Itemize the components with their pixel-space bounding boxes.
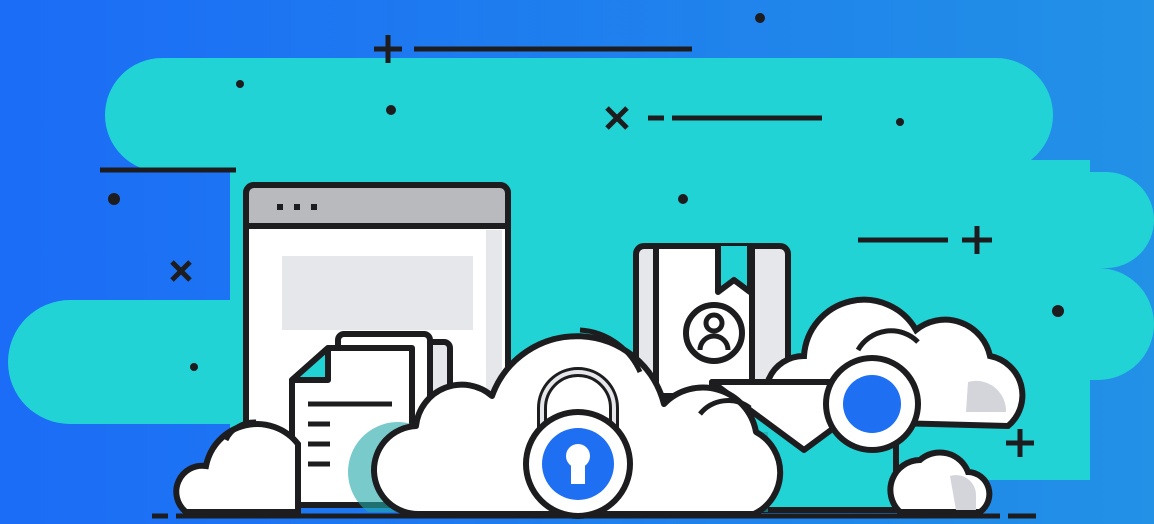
window-dots-icon	[277, 204, 317, 210]
cloud-security-illustration	[0, 0, 1154, 524]
contact-book-icon	[633, 243, 791, 399]
status-badge	[823, 355, 921, 453]
